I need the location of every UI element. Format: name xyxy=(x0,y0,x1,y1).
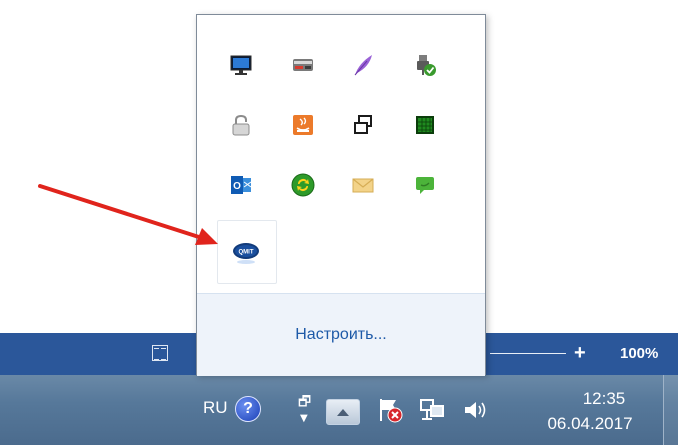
read-mode-icon[interactable] xyxy=(152,345,168,361)
clock-date[interactable]: 06.04.2017 xyxy=(524,414,656,434)
envelope-icon[interactable] xyxy=(351,173,375,197)
sync-arrows-icon[interactable] xyxy=(291,173,315,197)
clock-time[interactable]: 12:35 xyxy=(554,389,654,409)
volume-icon[interactable] xyxy=(462,398,490,422)
zoom-level[interactable]: 100% xyxy=(620,345,658,362)
java-icon[interactable] xyxy=(291,113,315,137)
network-icon[interactable] xyxy=(418,396,446,424)
show-hidden-icons-button[interactable] xyxy=(326,399,360,425)
action-center-flag-icon[interactable] xyxy=(376,396,404,424)
outlook-icon[interactable]: O xyxy=(229,173,253,197)
taskbar: RU ? 🗗 ▼ 12:35 06.04.2017 xyxy=(0,375,678,445)
customize-link[interactable]: Настроить... xyxy=(197,326,485,344)
language-indicator[interactable]: RU xyxy=(203,398,228,418)
chevron-down-icon[interactable]: ▼ xyxy=(300,413,308,424)
zoom-slider[interactable] xyxy=(490,353,566,354)
padlock-icon[interactable] xyxy=(229,113,253,137)
zoom-in-button[interactable]: + xyxy=(574,342,586,365)
green-chip-icon[interactable] xyxy=(413,113,437,137)
display-icon[interactable] xyxy=(229,53,253,77)
card-reader-icon[interactable] xyxy=(291,53,315,77)
show-desktop-button[interactable] xyxy=(663,375,678,445)
help-icon[interactable]: ? xyxy=(235,396,261,422)
tray-overflow-popup: O QMIT Настроить... xyxy=(196,14,486,376)
green-chat-icon[interactable] xyxy=(413,173,437,197)
qimt-icon[interactable]: QMIT xyxy=(231,239,261,265)
usb-plug-check-icon[interactable] xyxy=(413,53,437,77)
popup-footer: Настроить... xyxy=(197,293,485,376)
svg-text:O: O xyxy=(233,181,241,192)
restore-window-icon[interactable]: 🗗 xyxy=(298,391,311,415)
windows-overlap-icon[interactable] xyxy=(351,113,375,137)
feather-icon[interactable] xyxy=(351,53,375,77)
qimt-icon-label: QMIT xyxy=(239,250,254,256)
